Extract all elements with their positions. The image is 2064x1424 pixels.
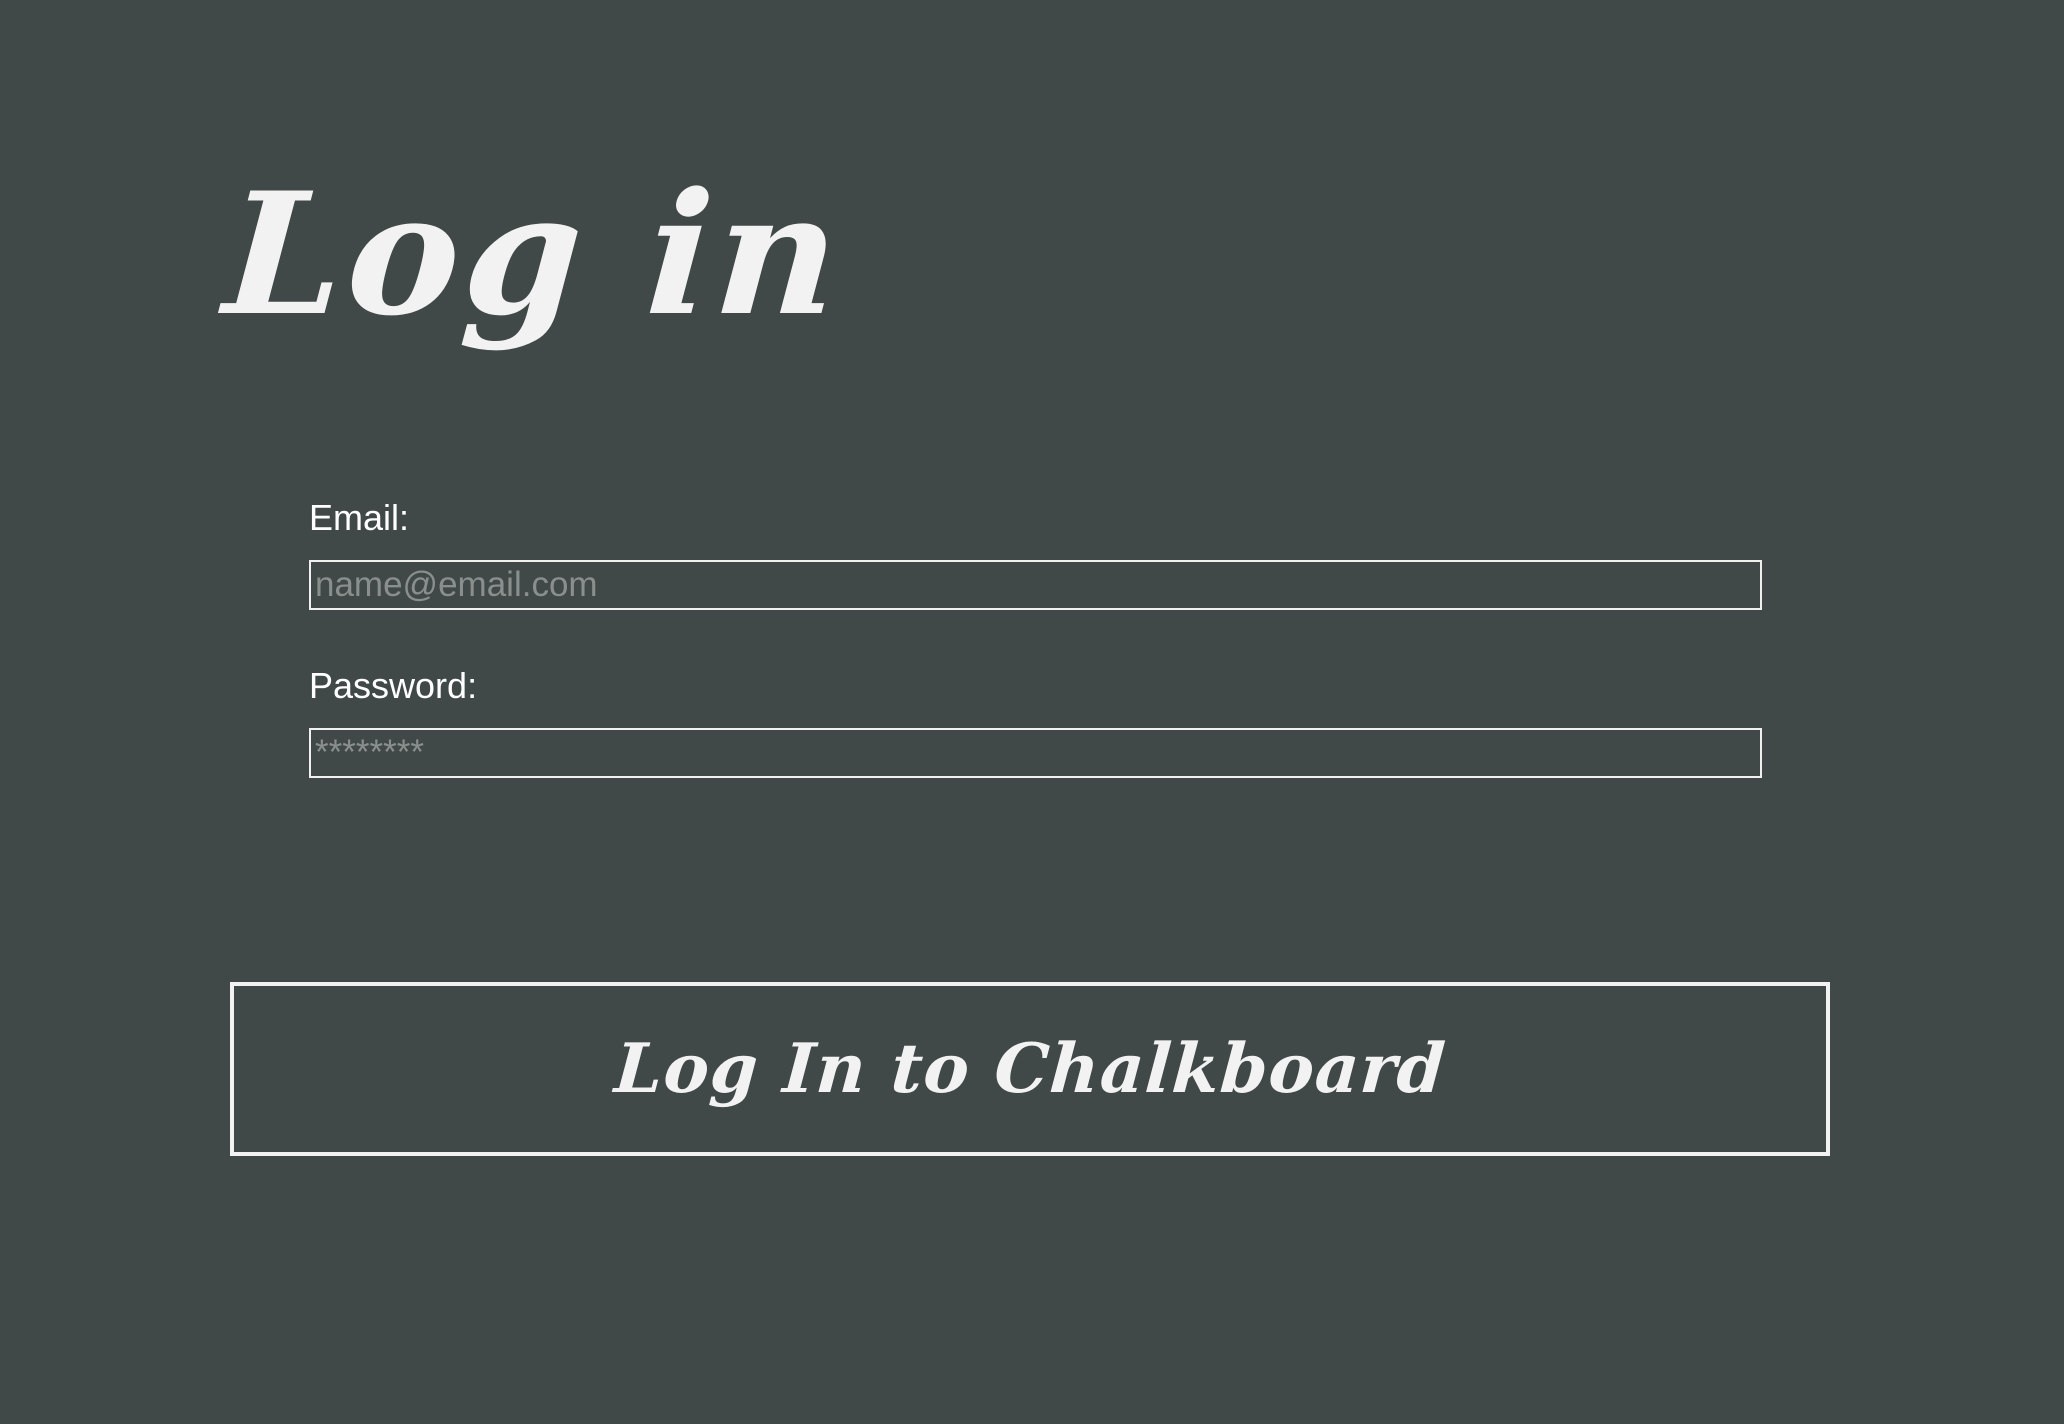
login-page: Log in Email: Password: Log In to Chalkb…: [0, 0, 2064, 1424]
page-title: Log in: [219, 155, 850, 353]
login-form: Email: Password:: [309, 500, 1763, 778]
login-button[interactable]: Log In to Chalkboard: [230, 982, 1830, 1156]
email-field[interactable]: [309, 560, 1762, 610]
password-field[interactable]: [309, 728, 1762, 778]
email-label: Email:: [309, 497, 410, 538]
password-label: Password:: [309, 665, 478, 706]
login-button-label: Log In to Chalkboard: [611, 1029, 1449, 1109]
